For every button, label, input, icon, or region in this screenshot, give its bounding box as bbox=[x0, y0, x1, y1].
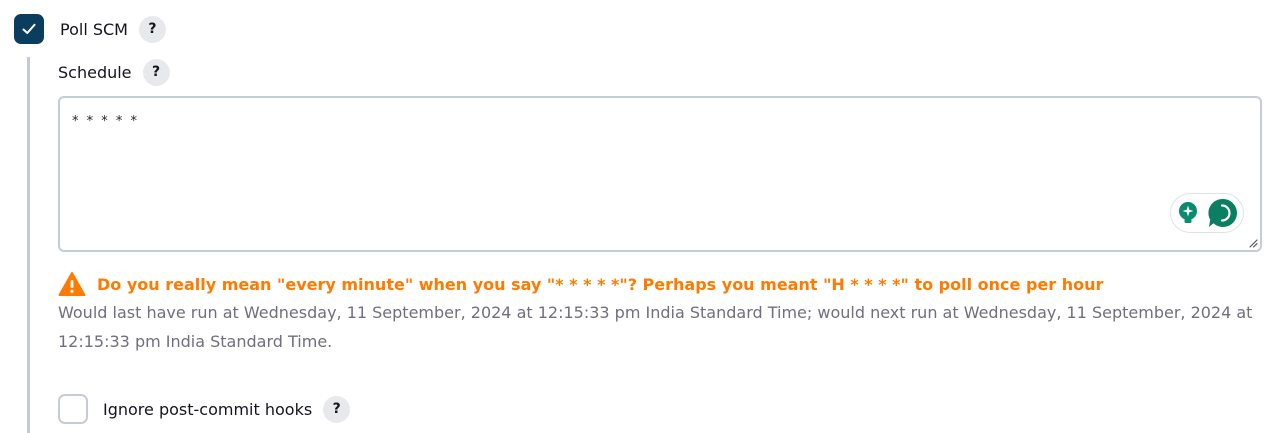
schedule-textarea-value: * * * * * bbox=[72, 114, 140, 129]
ignore-post-commit-hooks-checkbox[interactable] bbox=[58, 394, 88, 424]
poll-scm-row: Poll SCM ? bbox=[14, 14, 166, 44]
ignore-post-commit-hooks-row: Ignore post-commit hooks ? bbox=[58, 394, 351, 424]
checkmark-icon bbox=[22, 23, 36, 34]
schedule-row: Schedule ? bbox=[58, 58, 170, 86]
ignore-post-commit-hooks-help-button[interactable]: ? bbox=[323, 395, 351, 423]
schedule-help-button[interactable]: ? bbox=[142, 58, 170, 86]
warning-triangle-icon bbox=[58, 272, 86, 296]
schedule-run-info: Would last have run at Wednesday, 11 Sep… bbox=[58, 303, 1253, 351]
poll-scm-label[interactable]: Poll SCM bbox=[60, 20, 128, 39]
chat-bubble-icon[interactable] bbox=[1207, 197, 1239, 229]
lightbulb-icon[interactable] bbox=[1175, 200, 1201, 226]
schedule-textarea[interactable]: * * * * * bbox=[58, 96, 1262, 252]
schedule-label: Schedule bbox=[58, 62, 132, 82]
ignore-post-commit-hooks-label[interactable]: Ignore post-commit hooks bbox=[103, 400, 312, 419]
nested-section-rule bbox=[27, 57, 30, 433]
poll-scm-checkbox[interactable] bbox=[14, 14, 44, 44]
schedule-warning: Do you really mean "every minute" when y… bbox=[58, 270, 1103, 298]
poll-scm-help-button[interactable]: ? bbox=[138, 15, 166, 43]
resize-handle-icon[interactable] bbox=[1248, 238, 1258, 248]
writing-assistant-widget[interactable] bbox=[1170, 193, 1244, 233]
warning-message: Do you really mean "every minute" when y… bbox=[97, 274, 1104, 294]
